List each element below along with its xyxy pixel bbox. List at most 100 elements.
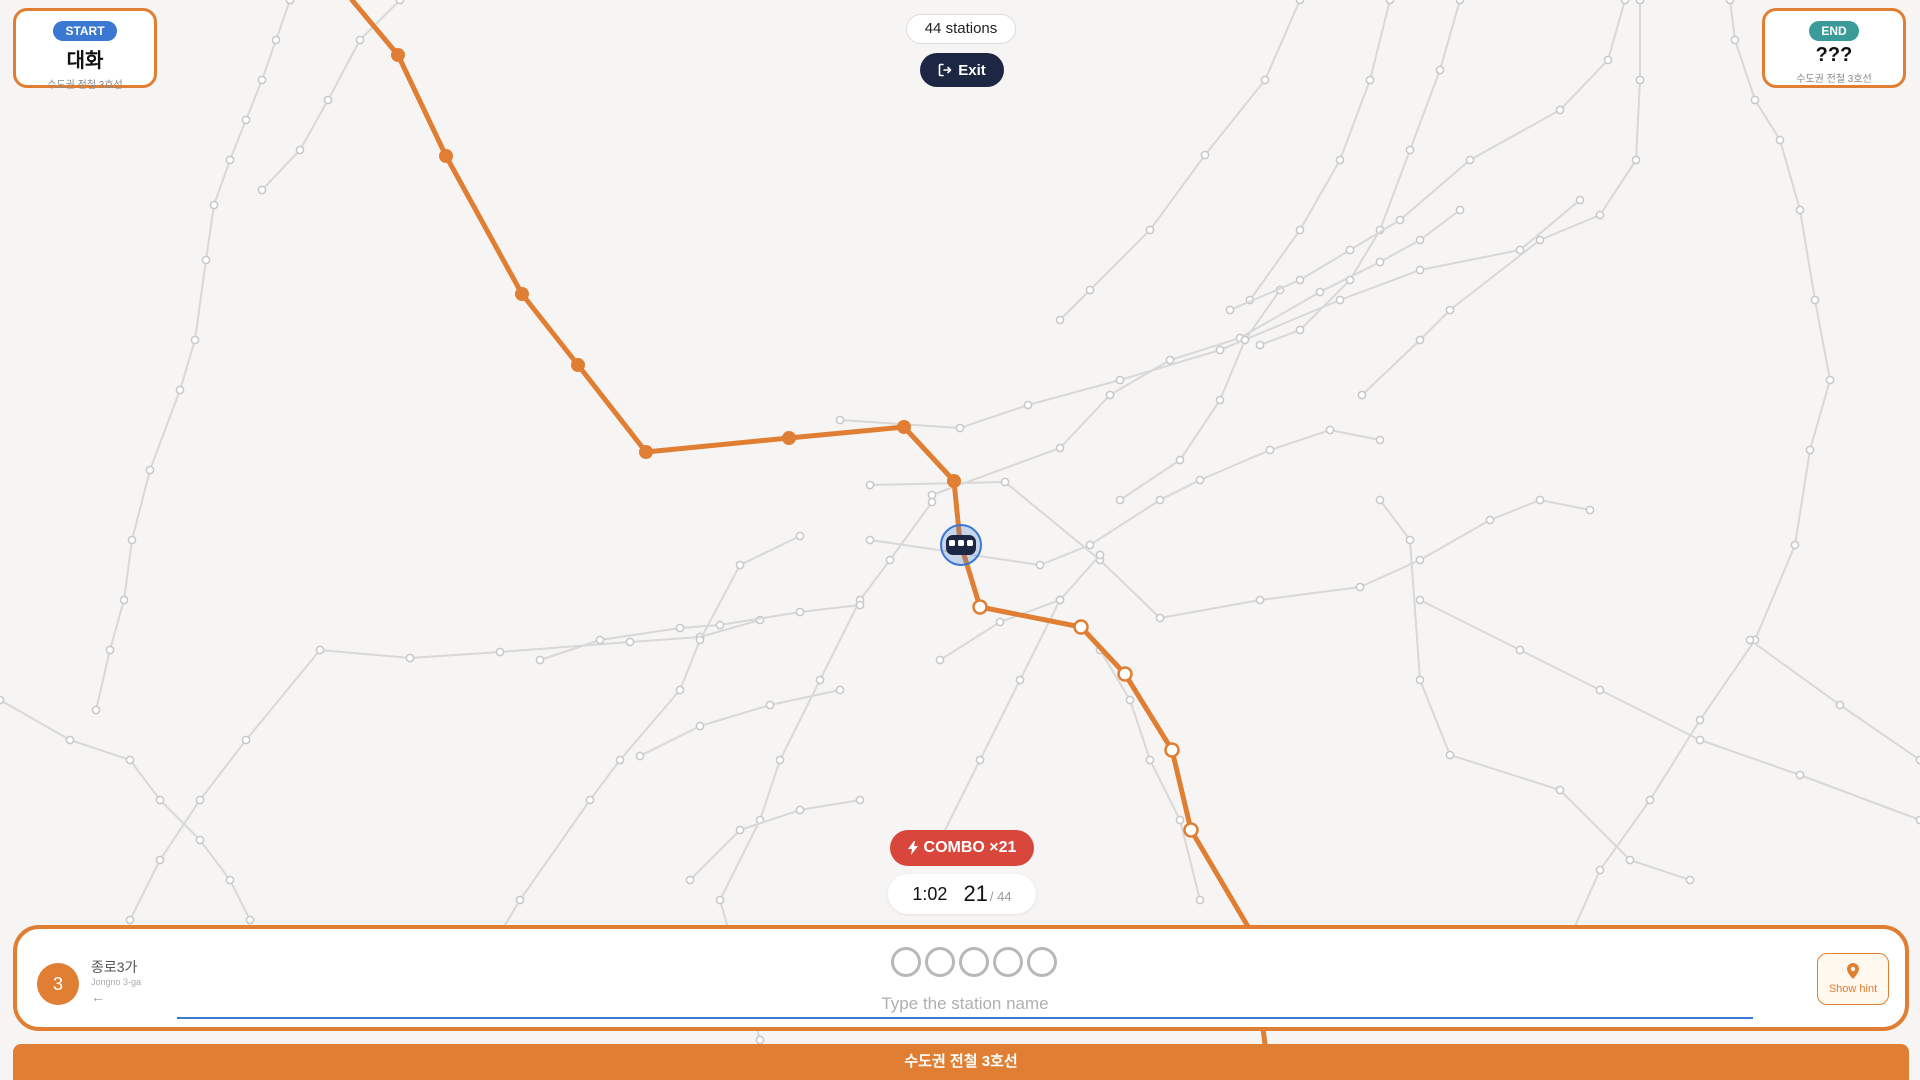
map-station bbox=[535, 655, 545, 665]
map-station bbox=[1355, 582, 1365, 592]
map-station bbox=[855, 795, 865, 805]
map-station bbox=[315, 645, 325, 655]
map-station bbox=[195, 795, 205, 805]
map-station bbox=[190, 335, 200, 345]
map-station bbox=[209, 200, 219, 210]
map-station bbox=[1085, 285, 1095, 295]
map-station bbox=[635, 751, 645, 761]
map-station bbox=[195, 835, 205, 845]
map-station bbox=[755, 1035, 765, 1045]
map-station bbox=[1575, 195, 1585, 205]
visited-station bbox=[571, 358, 585, 372]
map-station bbox=[257, 185, 267, 195]
show-hint-label: Show hint bbox=[1828, 983, 1878, 995]
map-station bbox=[0, 695, 5, 705]
show-hint-button[interactable]: Show hint bbox=[1817, 953, 1889, 1005]
map-station bbox=[1345, 275, 1355, 285]
back-arrow-icon[interactable]: ← bbox=[91, 989, 105, 1005]
visited-station bbox=[947, 474, 961, 488]
progress-found: 21 bbox=[963, 881, 988, 906]
map-station bbox=[865, 535, 875, 545]
map-station bbox=[1415, 235, 1425, 245]
letter-slot bbox=[925, 947, 955, 977]
map-station bbox=[1915, 815, 1920, 825]
map-station bbox=[765, 700, 775, 710]
map-station bbox=[65, 735, 75, 745]
map-line bbox=[1099, 649, 1201, 901]
map-station bbox=[835, 685, 845, 695]
map-station bbox=[715, 620, 725, 630]
map-station bbox=[271, 35, 281, 45]
map-station bbox=[675, 623, 685, 633]
map-station bbox=[241, 115, 251, 125]
map-station bbox=[695, 635, 705, 645]
map-station bbox=[955, 423, 965, 433]
map-station bbox=[1155, 613, 1165, 623]
start-station-name: 대화 bbox=[66, 50, 104, 72]
upcoming-station bbox=[1183, 822, 1199, 838]
map-station bbox=[1631, 155, 1641, 165]
map-station bbox=[1485, 515, 1495, 525]
map-station bbox=[795, 607, 805, 617]
map-station bbox=[1535, 235, 1545, 245]
map-station bbox=[295, 145, 305, 155]
map-station bbox=[241, 735, 251, 745]
map-station bbox=[1295, 0, 1305, 5]
map-station bbox=[1055, 315, 1065, 325]
map-station bbox=[395, 0, 405, 5]
map-station bbox=[615, 755, 625, 765]
map-station bbox=[1295, 225, 1305, 235]
train-window bbox=[958, 540, 964, 546]
map-station bbox=[1375, 257, 1385, 267]
map-station bbox=[1155, 495, 1165, 505]
map-station bbox=[1730, 35, 1740, 45]
map-line bbox=[939, 599, 1061, 841]
map-station bbox=[155, 855, 165, 865]
end-station-name: ??? bbox=[1815, 44, 1853, 66]
map-station bbox=[1635, 75, 1645, 85]
map-station bbox=[685, 875, 695, 885]
map-station bbox=[1375, 435, 1385, 445]
map-station bbox=[1375, 495, 1385, 505]
map-line bbox=[1361, 0, 1641, 396]
map-station bbox=[1315, 287, 1325, 297]
map-station bbox=[1255, 340, 1265, 350]
map-station bbox=[695, 721, 705, 731]
map-station bbox=[405, 653, 415, 663]
progress-total: / 44 bbox=[989, 889, 1012, 904]
map-station bbox=[145, 465, 155, 475]
map-station bbox=[1255, 595, 1265, 605]
map-line bbox=[931, 209, 1461, 496]
map-station bbox=[795, 805, 805, 815]
map-station bbox=[1810, 295, 1820, 305]
map-line bbox=[1119, 289, 1281, 501]
upcoming-station bbox=[972, 599, 988, 615]
map-station bbox=[1165, 355, 1175, 365]
start-station-card: START 대화 수도권 전철 3호선 bbox=[13, 8, 157, 91]
exit-icon bbox=[938, 63, 952, 77]
letter-slot bbox=[891, 947, 921, 977]
visited-station bbox=[391, 48, 405, 62]
map-line bbox=[1749, 639, 1920, 761]
exit-button[interactable]: Exit bbox=[920, 53, 1004, 87]
map-station bbox=[1415, 335, 1425, 345]
map-station bbox=[1195, 895, 1205, 905]
upcoming-station bbox=[1164, 742, 1180, 758]
map-station bbox=[1215, 395, 1225, 405]
map-station bbox=[1535, 495, 1545, 505]
map-station bbox=[1825, 375, 1835, 385]
map-station bbox=[835, 415, 845, 425]
map-station bbox=[1015, 675, 1025, 685]
map-station bbox=[1195, 475, 1205, 485]
visited-station bbox=[639, 445, 653, 459]
map-station bbox=[1175, 455, 1185, 465]
map-line bbox=[1559, 0, 1832, 961]
map-station bbox=[1805, 445, 1815, 455]
map-station bbox=[927, 497, 937, 507]
station-name-input[interactable] bbox=[177, 991, 1753, 1019]
map-station bbox=[355, 35, 365, 45]
map-station bbox=[1445, 750, 1455, 760]
map-station bbox=[1085, 540, 1095, 550]
map-station bbox=[495, 647, 505, 657]
map-station bbox=[1620, 0, 1630, 5]
